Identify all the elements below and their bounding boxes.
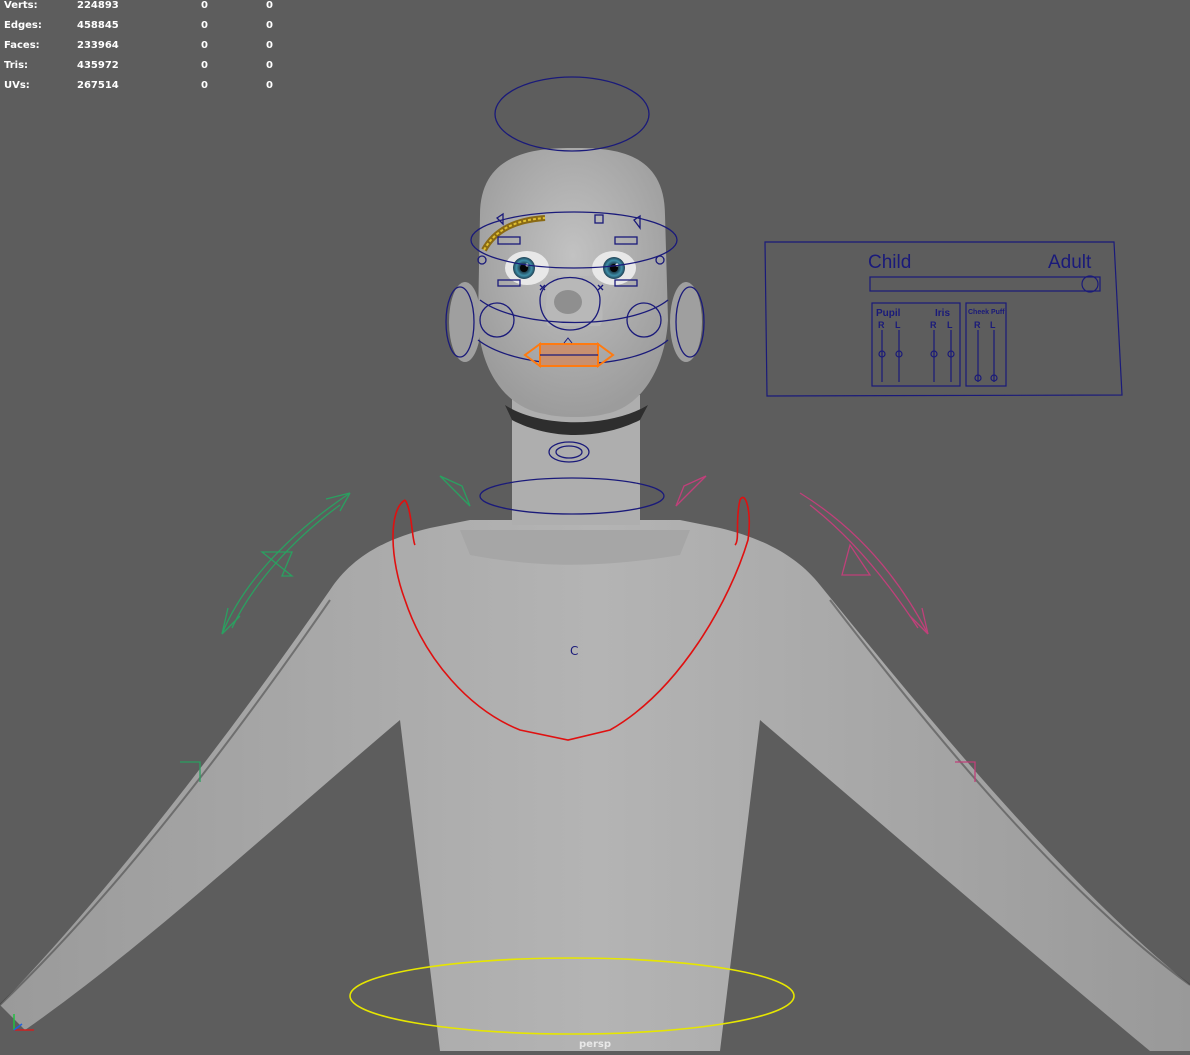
iris-label: Iris [935,308,950,319]
hud-value: 0 [201,0,208,11]
hud-value: 458845 [77,20,119,31]
age-slider-track[interactable] [869,276,1101,292]
hud-value: 0 [266,20,273,31]
hud-value: 0 [201,40,208,51]
hud-value: 0 [266,60,273,71]
age-slider-handle[interactable] [1081,275,1099,293]
hud-value: 224893 [77,0,119,11]
hud-label: Edges: [4,20,42,31]
hud-row-edges: Edges: 458845 0 0 [4,16,273,36]
hud-value: 267514 [77,80,119,91]
pupil-l-label: L [895,320,901,330]
chest-label: C [570,644,578,658]
character-body[interactable] [0,520,1190,1051]
hud-value: 0 [201,20,208,31]
hud-value: 0 [266,40,273,51]
hud-label: Faces: [4,40,40,51]
cheek-r-label: R [974,320,981,330]
axis-gizmo-icon [13,1014,34,1031]
character-head[interactable] [478,148,668,417]
pupil-r-label: R [878,320,885,330]
adult-label: Adult [1048,252,1092,273]
poly-count-hud: Verts: 224893 0 0 Edges: 458845 0 0 Face… [4,0,273,96]
pupil-label: Pupil [876,308,901,319]
hud-row-verts: Verts: 224893 0 0 [4,0,273,16]
hud-label: Tris: [4,60,29,71]
cheek-l-label: L [990,320,996,330]
hud-value: 233964 [77,40,119,51]
child-label: Child [868,252,911,273]
hud-value: 435972 [77,60,119,71]
iris-l-label: L [947,320,953,330]
cheek-puff-label: Cheek Puff [968,309,1005,316]
hud-row-tris: Tris: 435972 0 0 [4,56,273,76]
hud-row-faces: Faces: 233964 0 0 [4,36,273,56]
hud-label: Verts: [4,0,38,11]
hud-value: 0 [266,0,273,11]
hud-value: 0 [201,60,208,71]
iris-r-label: R [930,320,937,330]
perspective-viewport[interactable]: C Child Adult Pupil Iris Cheek Puff R L … [0,0,1190,1051]
scene-canvas[interactable]: C Child Adult Pupil Iris Cheek Puff R L … [0,0,1190,1051]
hud-row-uvs: UVs: 267514 0 0 [4,76,273,96]
hud-value: 0 [201,80,208,91]
head-top-control[interactable] [494,76,650,152]
hud-value: 0 [266,80,273,91]
hud-label: UVs: [4,80,30,91]
camera-label: persp [579,1039,611,1050]
